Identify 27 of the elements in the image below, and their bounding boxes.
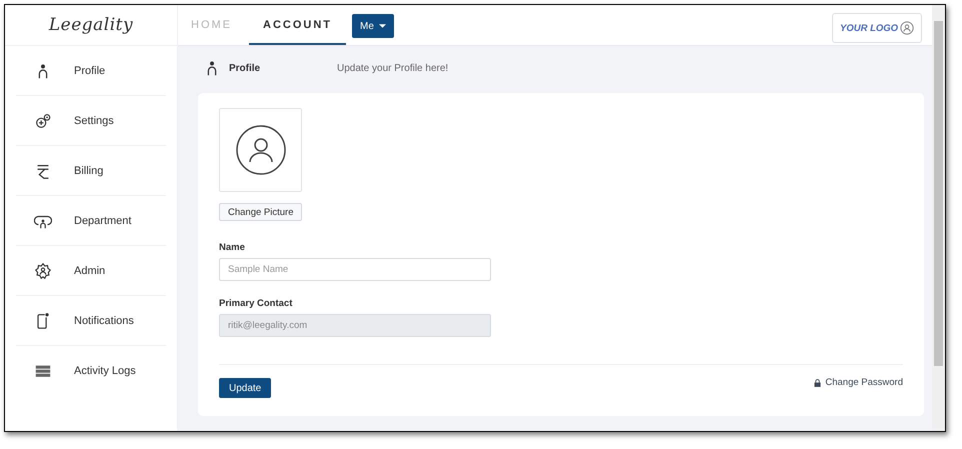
page-subtitle: Update your Profile here! xyxy=(337,62,448,74)
sidebar-item[interactable]: Department xyxy=(16,196,166,246)
avatar-icon xyxy=(234,124,286,176)
sidebar-item[interactable]: Activity Logs xyxy=(16,346,166,395)
sidebar-item[interactable]: Billing xyxy=(16,146,166,196)
user-menu-button[interactable]: Me xyxy=(352,14,394,38)
user-icon xyxy=(900,21,914,35)
change-picture-button[interactable]: Change Picture xyxy=(219,203,302,221)
sidebar-item[interactable]: Admin xyxy=(16,246,166,296)
caret-icon xyxy=(378,24,386,28)
logo: Leegality xyxy=(5,5,177,46)
input-field[interactable]: Sample Name xyxy=(219,258,491,281)
lock-icon xyxy=(814,378,822,386)
badge-text: YOUR LOGO xyxy=(840,22,898,34)
field-label: Primary Contact xyxy=(219,298,294,309)
field-label: Name xyxy=(219,242,246,253)
update-button[interactable]: Update xyxy=(219,378,272,398)
sidebar-item[interactable]: Notifications xyxy=(16,296,166,346)
sidebar-item[interactable]: Profile xyxy=(16,46,166,96)
sidebar-item[interactable]: Settings xyxy=(16,96,166,146)
scrollbar[interactable] xyxy=(932,5,945,431)
page-title: Profile xyxy=(229,62,262,74)
admin-gear-icon xyxy=(34,262,52,280)
gear-plus-icon xyxy=(34,112,52,130)
change-password-link[interactable]: Change Password xyxy=(814,378,903,387)
nav-tab[interactable]: ACCOUNT xyxy=(249,7,346,45)
brand-badge[interactable]: YOUR LOGO xyxy=(832,13,922,43)
